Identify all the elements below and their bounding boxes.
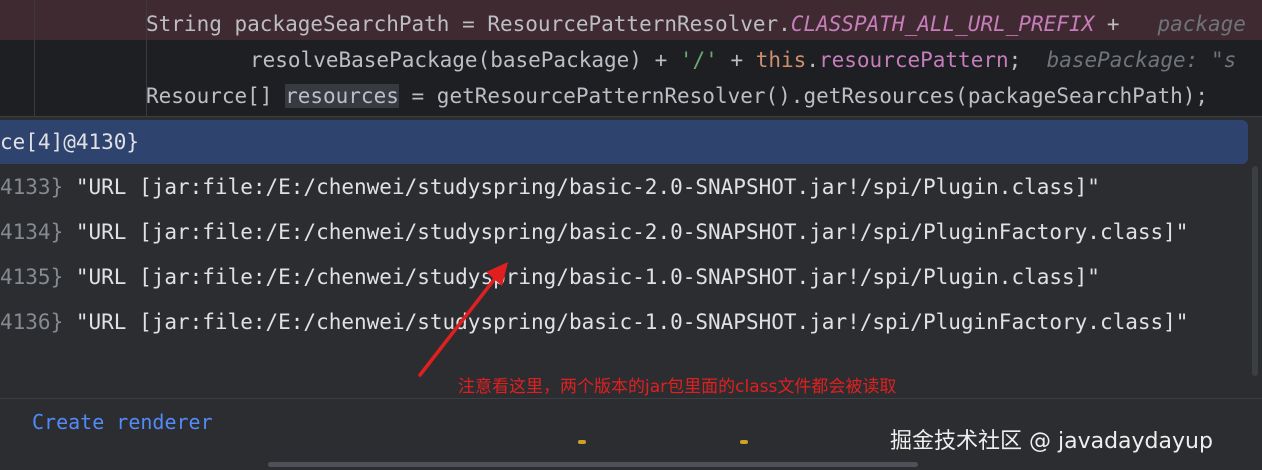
code-editor[interactable]: String packageSearchPath = ResourcePatte… [0,0,1262,116]
item-value: "URL [jar:file:/E:/chenwei/studyspring/b… [63,310,1189,334]
list-item[interactable]: 4134} "URL [jar:file:/E:/chenwei/studysp… [0,212,1188,252]
item-value: "URL [jar:file:/E:/chenwei/studyspring/b… [63,175,1100,199]
list-item[interactable]: 4136} "URL [jar:file:/E:/chenwei/studysp… [0,302,1188,342]
code-string: '/' [679,48,718,72]
popup-selected-node[interactable]: ce[4]@4130} [0,120,1248,164]
code-keyword: this [755,48,807,72]
create-renderer-link[interactable]: Create renderer [32,407,213,437]
item-value: "URL [jar:file:/E:/chenwei/studyspring/b… [63,220,1189,244]
inline-value-hint: package [1157,12,1246,36]
code-constant: CLASSPATH_ALL_URL_PREFIX [790,12,1095,36]
object-id: 4135} [0,265,64,289]
popup-scrollbar[interactable] [1252,166,1258,376]
code-token: + [1094,12,1158,36]
inline-value-hint: basePackage: "s [1046,48,1237,72]
code-fragment [740,440,748,444]
item-value: "URL [jar:file:/E:/chenwei/studyspring/b… [63,265,1100,289]
list-item[interactable]: 4135} "URL [jar:file:/E:/chenwei/studysp… [0,257,1100,297]
code-token: ; [1008,48,1047,72]
code-fragment [578,440,586,444]
code-line-2[interactable]: resolveBasePackage(basePackage) + '/' + … [250,45,1236,75]
code-token: . [806,48,819,72]
code-token: = getResourcePatternResolver().getResour… [398,84,1209,108]
code-line-1[interactable]: String packageSearchPath = ResourcePatte… [146,9,1246,39]
horizontal-scrollbar[interactable] [268,462,918,467]
code-token: String packageSearchPath = ResourcePatte… [146,12,791,36]
indent-guide [34,0,35,116]
annotation-note: 注意看这里，两个版本的jar包里面的class文件都会被读取 [458,377,897,397]
code-token: Resource[] [146,84,286,108]
object-id: 4136} [0,310,64,334]
code-token: + [717,48,756,72]
highlighted-variable[interactable]: resources [285,84,399,108]
code-line-3[interactable]: Resource[] resources = getResourcePatter… [146,81,1208,111]
watermark: 掘金技术社区 @ javadaydayup [890,429,1213,454]
code-field: resourcePattern [818,48,1009,72]
popup-footer-divider [0,398,1262,399]
code-token: resolveBasePackage(basePackage) + [250,48,680,72]
list-item[interactable]: 4133} "URL [jar:file:/E:/chenwei/studysp… [0,167,1100,207]
object-id: 4133} [0,175,64,199]
object-id: 4134} [0,220,64,244]
